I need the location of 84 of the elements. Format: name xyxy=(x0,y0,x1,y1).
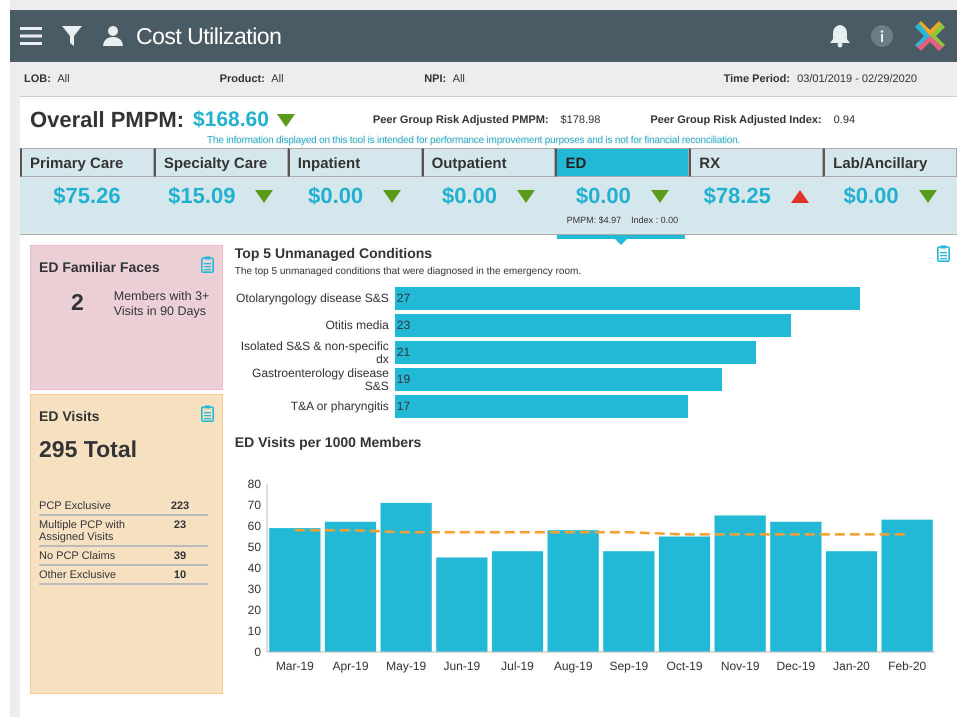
condition-bar: 21 xyxy=(394,341,756,364)
category-amount: $0.00 xyxy=(442,183,498,209)
y-tick-label: 50 xyxy=(247,540,261,554)
x-tick-label: Jan-20 xyxy=(832,659,870,673)
x-tick-label: Jun-19 xyxy=(443,659,480,673)
condition-bar: 19 xyxy=(394,368,722,391)
overall-pmpm-value: $168.60 xyxy=(193,108,269,132)
visit-count: 223 xyxy=(170,500,190,512)
y-tick-label: 20 xyxy=(247,603,261,617)
condition-bar: 23 xyxy=(394,314,791,337)
overall-pmpm-label: Overall PMPM: xyxy=(30,107,185,133)
filter-icon[interactable] xyxy=(62,26,82,46)
x-tick-label: Jul-19 xyxy=(500,659,534,673)
member-count-description: Members with 3+ Visits in 90 Days xyxy=(114,289,210,319)
y-tick-label: 80 xyxy=(247,477,261,491)
x-tick-label: Oct-19 xyxy=(666,659,702,673)
category-amount: $15.09 xyxy=(168,183,236,209)
clipboard-icon[interactable] xyxy=(200,405,214,422)
category-tab[interactable]: Primary Care xyxy=(20,148,154,177)
condition-bar: 27 xyxy=(394,287,860,310)
member-count: 2 xyxy=(71,289,84,317)
info-icon[interactable] xyxy=(871,25,893,47)
peer-pmpm-label: Peer Group Risk Adjusted PMPM: xyxy=(372,114,549,126)
section-title: Top 5 Unmanaged Conditions xyxy=(234,245,432,261)
section-subtitle: The top 5 unmanaged conditions that were diagnosed in the emergency room. xyxy=(234,266,582,277)
peer-pmpm-value: $178.98 xyxy=(560,114,600,126)
filter-label: LOB: All xyxy=(24,73,71,85)
card-title: ED Visits xyxy=(39,408,100,424)
x-tick-label: Mar-19 xyxy=(276,659,314,673)
app-title: Cost Utilization xyxy=(136,22,282,50)
y-tick-label: 30 xyxy=(247,582,261,596)
category-tab[interactable]: Outpatient xyxy=(422,148,556,177)
clipboard-icon[interactable] xyxy=(936,245,950,262)
condition-label: Otolaryngology disease S&S xyxy=(235,292,389,305)
category-tab[interactable]: Specialty Care xyxy=(154,148,288,177)
category-tab[interactable]: RX xyxy=(689,148,824,177)
peer-index-value: 0.94 xyxy=(834,114,856,126)
condition-label: T&A or pharyngitis xyxy=(290,400,389,413)
condition-label: Gastroenterology disease S&S xyxy=(251,367,389,392)
visit-type-label: Other Exclusive xyxy=(39,569,118,581)
y-tick-label: 70 xyxy=(247,498,261,512)
card-title: ED Familiar Faces xyxy=(39,259,160,275)
visit-count: 39 xyxy=(172,550,188,562)
menu-icon[interactable] xyxy=(20,27,42,45)
filter-label: Product: All xyxy=(220,73,285,85)
category-tab[interactable]: Inpatient xyxy=(288,148,422,177)
disclaimer-text: The information displayed on this tool is intended for performance improvement purposes and is not for financial reconciliation. xyxy=(206,135,742,146)
y-tick-label: 40 xyxy=(247,561,261,575)
user-icon[interactable] xyxy=(102,25,124,47)
visit-count: 10 xyxy=(172,569,188,581)
visit-type-label: No PCP Claims xyxy=(39,550,116,562)
condition-label: Otitis media xyxy=(324,319,389,332)
y-tick-label: 0 xyxy=(254,645,261,659)
category-amount: $78.25 xyxy=(704,183,771,209)
category-tab[interactable]: ED xyxy=(555,148,690,177)
x-tick-label: Apr-19 xyxy=(332,659,368,673)
category-tab[interactable]: Lab/Ancillary xyxy=(823,148,957,177)
visits-total: 295 Total xyxy=(39,436,138,463)
bell-icon[interactable] xyxy=(829,24,851,48)
category-amount: $0.00 xyxy=(844,183,899,209)
y-tick-label: 10 xyxy=(247,624,261,638)
x-tick-label: Sep-19 xyxy=(609,659,648,673)
section-title: ED Visits per 1000 Members xyxy=(234,434,422,450)
x-tick-label: Aug-19 xyxy=(554,659,592,673)
condition-label: Isolated S&S & non-specific dx xyxy=(240,340,389,365)
filter-label: Time Period: 03/01/2019 - 02/29/2020 xyxy=(724,73,917,85)
visit-type-label: PCP Exclusive xyxy=(39,500,112,512)
logo-icon xyxy=(913,19,947,53)
condition-bar: 17 xyxy=(394,395,688,418)
filter-label: NPI: All xyxy=(424,73,466,85)
category-amount: $75.26 xyxy=(53,183,121,209)
x-tick-label: May-19 xyxy=(386,659,426,673)
x-tick-label: Nov-19 xyxy=(720,659,760,673)
category-amount: $0.00 xyxy=(308,183,364,209)
x-tick-label: Feb-20 xyxy=(888,659,926,673)
visit-count: 23 xyxy=(172,519,188,533)
visit-type-label: Multiple PCP with Assigned Visits xyxy=(39,519,126,543)
category-amount: $0.00 xyxy=(576,183,631,209)
clipboard-icon[interactable] xyxy=(200,256,214,273)
x-tick-label: Dec-19 xyxy=(776,659,815,673)
peer-index-label: Peer Group Risk Adjusted Index: xyxy=(650,114,822,126)
detail-pmpm: PMPM: $4.97 xyxy=(566,215,622,225)
detail-index: Index : 0.00 xyxy=(631,215,678,225)
y-tick-label: 60 xyxy=(247,519,261,533)
